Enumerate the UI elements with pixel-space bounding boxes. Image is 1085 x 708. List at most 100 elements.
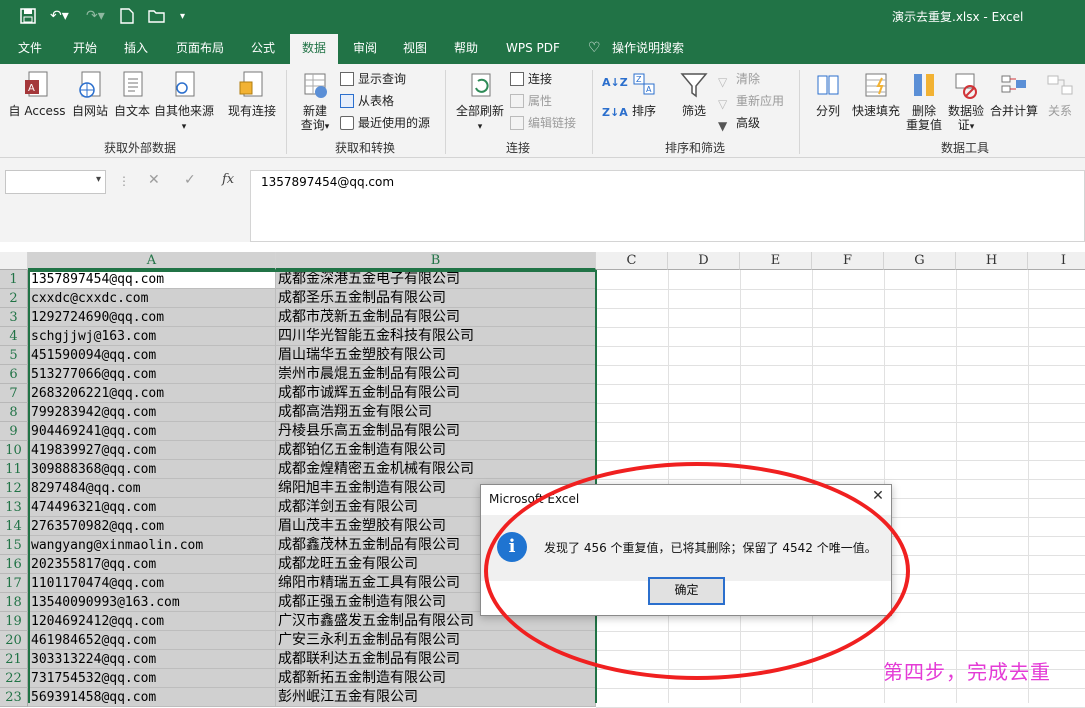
column-header-e[interactable]: E [740, 252, 812, 270]
cell-email[interactable]: 904469241@qq.com [28, 422, 276, 441]
row-header[interactable]: 4 [0, 327, 28, 346]
row-header[interactable]: 11 [0, 460, 28, 479]
cell-company[interactable]: 成都铂亿五金制造有限公司 [276, 441, 596, 460]
tab-file[interactable]: 文件 [16, 34, 44, 64]
column-header-i[interactable]: I [1028, 252, 1085, 270]
refresh-all-button[interactable]: 全部刷新 ▾ [454, 70, 506, 134]
tab-view[interactable]: 视图 [401, 34, 429, 64]
cell-company[interactable]: 成都市诚辉五金制品有限公司 [276, 384, 596, 403]
row-header[interactable]: 10 [0, 441, 28, 460]
cell-email[interactable]: 569391458@qq.com [28, 688, 276, 707]
cell-email[interactable]: 202355817@qq.com [28, 555, 276, 574]
cell-email[interactable]: wangyang@xinmaolin.com [28, 536, 276, 555]
tab-help[interactable]: 帮助 [452, 34, 480, 64]
cell-email[interactable]: cxxdc@cxxdc.com [28, 289, 276, 308]
cell-email[interactable]: 419839927@qq.com [28, 441, 276, 460]
relationships-button[interactable]: 关系 [1042, 70, 1078, 118]
cell-email[interactable]: 1101170474@qq.com [28, 574, 276, 593]
row-header[interactable]: 20 [0, 631, 28, 650]
consolidate-button[interactable]: 合并计算 [988, 70, 1040, 118]
cell-company[interactable]: 成都金煌精密五金机械有限公司 [276, 460, 596, 479]
row-header[interactable]: 13 [0, 498, 28, 517]
cell-email[interactable]: 451590094@qq.com [28, 346, 276, 365]
cell-company[interactable]: 成都高浩翔五金有限公司 [276, 403, 596, 422]
insert-function-icon[interactable]: fx [222, 172, 234, 187]
cell-company[interactable]: 丹棱县乐高五金制品有限公司 [276, 422, 596, 441]
row-header[interactable]: 21 [0, 650, 28, 669]
cell-company[interactable]: 成都新拓五金制造有限公司 [276, 669, 596, 688]
flash-fill-button[interactable]: 快速填充 [850, 70, 902, 118]
row-header[interactable]: 1 [0, 270, 28, 289]
filter-button[interactable]: 筛选 [676, 70, 712, 118]
row-header[interactable]: 6 [0, 365, 28, 384]
row-header[interactable]: 5 [0, 346, 28, 365]
row-header[interactable]: 7 [0, 384, 28, 403]
column-header-g[interactable]: G [884, 252, 956, 270]
cell-email[interactable]: schgjjwj@163.com [28, 327, 276, 346]
clear-filter-button[interactable]: ▽ 清除 [718, 70, 760, 89]
row-header[interactable]: 3 [0, 308, 28, 327]
row-header[interactable]: 22 [0, 669, 28, 688]
row-header[interactable]: 18 [0, 593, 28, 612]
open-folder-icon[interactable] [148, 8, 166, 28]
tab-home[interactable]: 开始 [71, 34, 99, 64]
cell-company[interactable]: 彭州岷江五金有限公司 [276, 688, 596, 707]
from-web-button[interactable]: 自网站 [68, 70, 112, 118]
data-validation-button[interactable]: 数据验 证▾ [946, 70, 986, 134]
column-header-h[interactable]: H [956, 252, 1028, 270]
cell-company[interactable]: 眉山瑞华五金塑胶有限公司 [276, 346, 596, 365]
reapply-button[interactable]: ▽ 重新应用 [718, 92, 784, 111]
row-header[interactable]: 23 [0, 688, 28, 707]
formula-input[interactable]: 1357897454@qq.com [250, 170, 1085, 242]
cell-company[interactable]: 四川华光智能五金科技有限公司 [276, 327, 596, 346]
cell-email[interactable]: 474496321@qq.com [28, 498, 276, 517]
customize-qat-icon[interactable]: ▾ [180, 11, 185, 22]
cell-company[interactable]: 成都市茂新五金制品有限公司 [276, 308, 596, 327]
cell-email[interactable]: 461984652@qq.com [28, 631, 276, 650]
redo-icon[interactable]: ↷▾ [86, 8, 105, 24]
cell-email[interactable]: 8297484@qq.com [28, 479, 276, 498]
show-queries-button[interactable]: 显示查询 [340, 70, 406, 88]
new-file-icon[interactable] [120, 8, 134, 28]
name-box-dropdown-icon[interactable]: ▾ [96, 174, 101, 185]
new-query-button[interactable]: 新建 查询▾ [296, 70, 334, 134]
row-header[interactable]: 12 [0, 479, 28, 498]
tab-data[interactable]: 数据 [290, 34, 338, 64]
text-to-columns-button[interactable]: 分列 [810, 70, 846, 118]
sort-button[interactable]: ZA 排序 [628, 70, 660, 118]
column-header-f[interactable]: F [812, 252, 884, 270]
cell-company[interactable]: 成都金深港五金电子有限公司 [276, 270, 596, 289]
properties-button[interactable]: 属性 [510, 92, 552, 110]
cell-email[interactable]: 303313224@qq.com [28, 650, 276, 669]
row-header[interactable]: 14 [0, 517, 28, 536]
cell-email[interactable]: 13540090993@163.com [28, 593, 276, 612]
cell-company[interactable]: 成都联利达五金制品有限公司 [276, 650, 596, 669]
cell-email[interactable]: 309888368@qq.com [28, 460, 276, 479]
undo-icon[interactable]: ↶▾ [50, 8, 69, 24]
cell-email[interactable]: 1292724690@qq.com [28, 308, 276, 327]
cell-company[interactable]: 崇州市晨焜五金制品有限公司 [276, 365, 596, 384]
advanced-filter-button[interactable]: ▼ 高级 [718, 114, 760, 133]
cell-company[interactable]: 成都圣乐五金制品有限公司 [276, 289, 596, 308]
edit-links-button[interactable]: 编辑链接 [510, 114, 576, 132]
column-header-a[interactable]: A [28, 252, 276, 270]
cell-email[interactable]: 731754532@qq.com [28, 669, 276, 688]
cell-email[interactable]: 1204692412@qq.com [28, 612, 276, 631]
row-header[interactable]: 17 [0, 574, 28, 593]
name-box[interactable]: ▾ [5, 170, 106, 194]
remove-duplicates-button[interactable]: 删除 重复值 [904, 70, 944, 132]
cell-email[interactable]: 2763570982@qq.com [28, 517, 276, 536]
sort-az-icon[interactable]: A↓Z [602, 74, 628, 92]
row-header[interactable]: 19 [0, 612, 28, 631]
existing-connections-button[interactable]: 现有连接 [226, 70, 278, 118]
recent-sources-button[interactable]: 最近使用的源 [340, 114, 430, 132]
tab-wps-pdf[interactable]: WPS PDF [504, 34, 562, 64]
from-other-sources-button[interactable]: 自其他来源 ▾ [152, 70, 216, 134]
save-icon[interactable] [20, 8, 36, 28]
connections-button[interactable]: 连接 [510, 70, 552, 88]
cancel-icon[interactable]: ✕ [148, 172, 160, 188]
select-all-corner[interactable] [0, 252, 28, 270]
column-header-c[interactable]: C [596, 252, 668, 270]
cell-email[interactable]: 799283942@qq.com [28, 403, 276, 422]
column-header-b[interactable]: B [276, 252, 596, 270]
